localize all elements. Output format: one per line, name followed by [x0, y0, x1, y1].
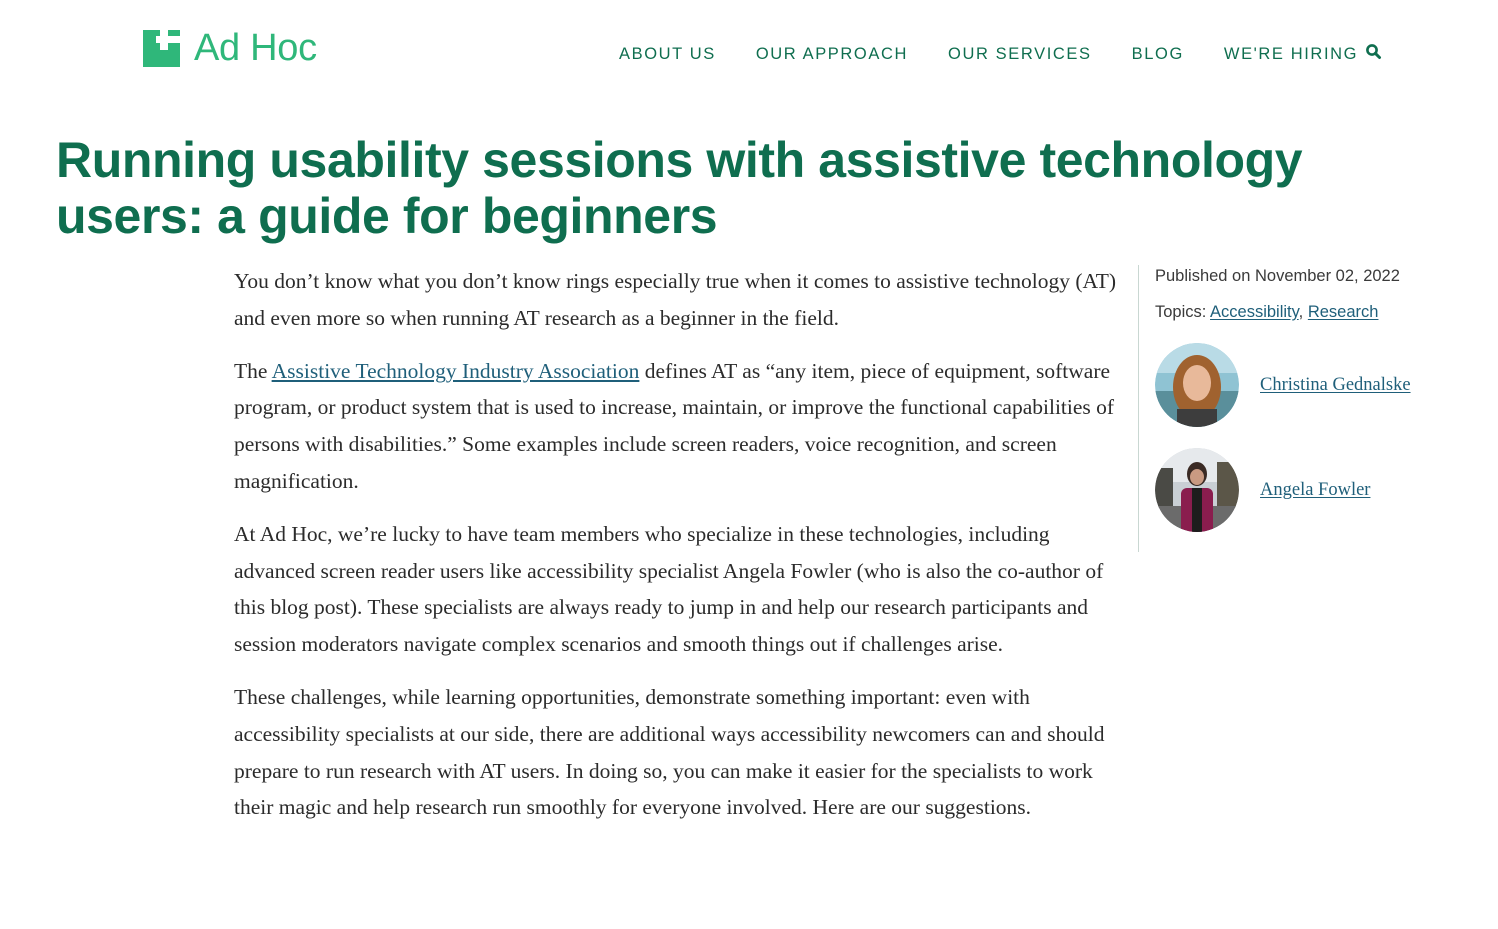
topic-separator: , [1298, 303, 1308, 321]
paragraph-2-intro: The [234, 358, 272, 383]
paragraph-4: These challenges, while learning opportu… [234, 684, 1105, 820]
paragraph-2: The Assistive Technology Industry Associ… [234, 353, 1124, 500]
author-link-angela[interactable]: Angela Fowler [1260, 480, 1370, 501]
brand-name: Ad Hoc [194, 27, 317, 69]
main-nav: ABOUT US OUR APPROACH OUR SERVICES BLOG … [619, 45, 1358, 64]
author-angela: Angela Fowler [1155, 448, 1370, 532]
topics-label: Topics: [1155, 303, 1211, 321]
nav-our-services[interactable]: OUR SERVICES [948, 45, 1092, 64]
ad-hoc-logo-icon [143, 29, 180, 67]
page-title: Running usability sessions with assistiv… [56, 132, 1303, 244]
topic-research-link[interactable]: Research [1308, 303, 1379, 321]
article-body: You don’t know what you don’t know rings… [234, 263, 1124, 842]
nav-about-us[interactable]: ABOUT US [619, 45, 716, 64]
article-sidebar: Published on November 02, 2022 Topics: A… [1138, 265, 1459, 552]
logo-link[interactable]: Ad Hoc [143, 28, 317, 68]
search-icon [1366, 44, 1381, 59]
published-date: Published on November 02, 2022 [1155, 267, 1400, 285]
atia-link[interactable]: Assistive Technology Industry Associatio… [272, 359, 640, 383]
paragraph-3: At Ad Hoc, we’re lucky to have team memb… [234, 521, 1104, 657]
avatar[interactable] [1155, 343, 1239, 427]
nav-our-approach[interactable]: OUR APPROACH [756, 45, 908, 64]
avatar[interactable] [1155, 448, 1239, 532]
author-christina: Christina Gednalske [1155, 343, 1411, 427]
author-link-christina[interactable]: Christina Gednalske [1260, 375, 1411, 396]
nav-were-hiring[interactable]: WE'RE HIRING [1224, 45, 1358, 64]
topic-accessibility-link[interactable]: Accessibility [1210, 303, 1299, 321]
search-button[interactable] [1365, 43, 1383, 61]
topics-line: Topics: Accessibility, Research [1155, 303, 1378, 322]
paragraph-1: You don’t know what you don’t know rings… [234, 269, 1116, 330]
nav-blog[interactable]: BLOG [1132, 45, 1184, 64]
